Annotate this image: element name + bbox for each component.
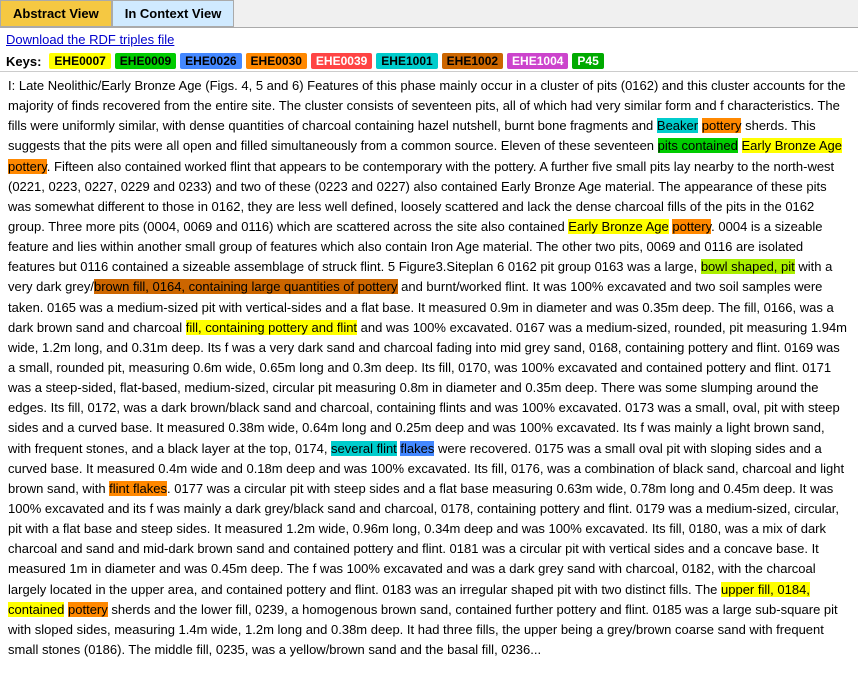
download-section: Download the RDF triples file: [0, 28, 858, 51]
highlight-early-bronze-age: Early Bronze Age: [742, 138, 842, 153]
download-rdf-link[interactable]: Download the RDF triples file: [6, 32, 174, 47]
highlight-pottery-2: pottery: [8, 159, 47, 174]
key-badge-ehe0026[interactable]: EHE0026: [180, 53, 241, 69]
highlight-bowl-shaped: bowl shaped, pit: [701, 259, 795, 274]
keys-row: Keys: EHE0007 EHE0009EHE0026 EHE0030EHE003…: [0, 51, 858, 71]
key-badge-ehe0039[interactable]: EHE0039: [311, 53, 372, 69]
key-badge-ehe1001[interactable]: EHE1001: [376, 53, 437, 69]
highlight-pits-contained: pits contained: [658, 138, 738, 153]
highlight-several-flint: several flint: [331, 441, 397, 456]
tab-abstract[interactable]: Abstract View: [0, 0, 112, 27]
key-badge-ehe1004[interactable]: EHE1004: [507, 53, 568, 69]
highlight-pottery-3: pottery: [672, 219, 711, 234]
content-area[interactable]: I: Late Neolithic/Early Bronze Age (Figs…: [0, 71, 858, 661]
highlight-brown-fill: brown fill, 0164, containing large quant…: [94, 279, 398, 294]
tab-bar: Abstract View In Context View: [0, 0, 858, 28]
key-badge-p45[interactable]: P45: [572, 53, 603, 69]
key-badge-ehe0007[interactable]: EHE0007: [49, 53, 110, 69]
highlight-pottery-sherds: pottery: [68, 602, 108, 617]
highlight-upper-fill: upper fill, 0184, contained: [8, 582, 810, 617]
highlight-early-bronze-age-2: Early Bronze Age: [568, 219, 668, 234]
key-badge-ehe0030[interactable]: EHE0030: [246, 53, 307, 69]
highlight-flakes-1: flakes: [400, 441, 434, 456]
highlight-fill-containing: fill, containing pottery and flint: [186, 320, 357, 335]
tab-context[interactable]: In Context View: [112, 0, 235, 27]
key-badge-ehe0009[interactable]: EHE0009: [115, 53, 176, 69]
highlight-flint-flakes: flint flakes: [109, 481, 167, 496]
highlight-beaker: Beaker: [657, 118, 698, 133]
keys-label: Keys:: [6, 54, 41, 69]
highlight-pottery-1: pottery: [702, 118, 742, 133]
key-badge-ehe1002[interactable]: EHE1002: [442, 53, 503, 69]
